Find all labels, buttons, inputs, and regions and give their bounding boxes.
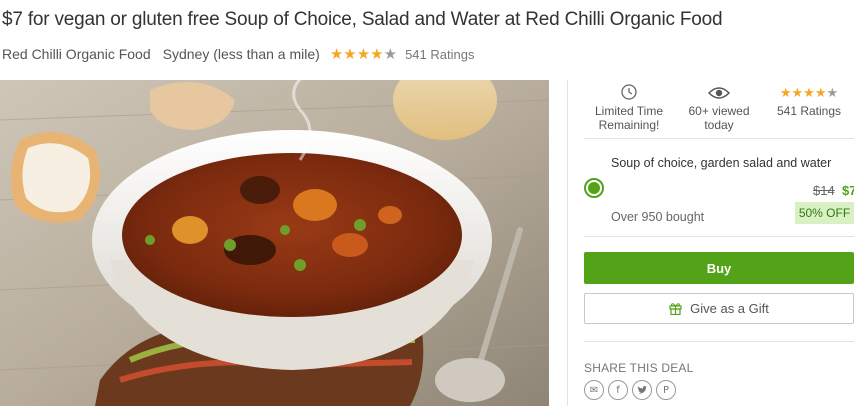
stat-viewed-label: 60+ viewed today bbox=[688, 104, 750, 132]
give-as-gift-button[interactable]: Give as a Gift bbox=[584, 293, 854, 324]
discount-badge: 50% OFF bbox=[795, 202, 854, 224]
stat-ratings-label: 541 Ratings bbox=[776, 104, 842, 118]
share-buttons: ✉ f P bbox=[584, 380, 676, 400]
give-as-gift-label: Give as a Gift bbox=[690, 301, 769, 316]
option-title: Soup of choice, garden salad and water bbox=[611, 156, 832, 170]
stat-ratings[interactable]: ★ ★ ★ ★ ★ 541 Ratings bbox=[764, 80, 854, 138]
deal-subline: Red Chilli Organic Food Sydney (less tha… bbox=[2, 46, 474, 62]
star-icon: ★ bbox=[779, 85, 792, 100]
star-icon: ★ bbox=[803, 85, 815, 100]
star-icon: ★ bbox=[356, 45, 371, 63]
merchant-name[interactable]: Red Chilli Organic Food bbox=[2, 46, 151, 62]
star-empty-icon: ★ bbox=[826, 85, 839, 100]
facebook-icon[interactable]: f bbox=[608, 380, 628, 400]
soup-bowl-photo bbox=[0, 80, 549, 406]
deal-photo bbox=[0, 80, 549, 406]
gift-icon bbox=[669, 303, 682, 315]
star-icon: ★ bbox=[814, 85, 827, 100]
divider bbox=[584, 138, 854, 139]
original-price: $14 bbox=[813, 183, 835, 198]
share-label: SHARE THIS DEAL bbox=[584, 361, 694, 375]
location-text: Sydney (less than a mile) bbox=[162, 46, 320, 62]
option-radio[interactable] bbox=[584, 178, 604, 198]
eye-icon bbox=[674, 80, 764, 100]
star-empty-icon: ★ bbox=[383, 45, 398, 63]
divider bbox=[584, 341, 854, 342]
star-icon: ★ bbox=[791, 85, 804, 100]
pinterest-icon[interactable]: P bbox=[656, 380, 676, 400]
stat-viewed: 60+ viewed today bbox=[674, 80, 764, 138]
deal-price: $7 bbox=[842, 183, 854, 198]
rating-stars-small: ★ ★ ★ ★ ★ bbox=[764, 80, 854, 100]
bought-count: Over 950 bought bbox=[611, 210, 705, 224]
deal-stats: Limited Time Remaining! 60+ viewed today… bbox=[584, 80, 854, 138]
stat-limited-time-label: Limited Time Remaining! bbox=[594, 104, 664, 132]
star-icon: ★ bbox=[343, 45, 357, 63]
buy-button[interactable]: Buy bbox=[584, 252, 854, 284]
deal-title: $7 for vegan or gluten free Soup of Choi… bbox=[2, 9, 723, 30]
rating-stars: ★ ★ ★ ★ ★ bbox=[330, 47, 397, 62]
stat-limited-time: Limited Time Remaining! bbox=[584, 80, 674, 138]
clock-icon bbox=[584, 80, 674, 100]
star-icon: ★ bbox=[329, 45, 344, 63]
divider bbox=[584, 236, 854, 237]
twitter-icon[interactable] bbox=[632, 380, 652, 400]
ratings-count-link[interactable]: 541 Ratings bbox=[405, 47, 474, 62]
email-icon[interactable]: ✉ bbox=[584, 380, 604, 400]
star-icon: ★ bbox=[370, 45, 384, 63]
column-divider bbox=[567, 80, 568, 406]
